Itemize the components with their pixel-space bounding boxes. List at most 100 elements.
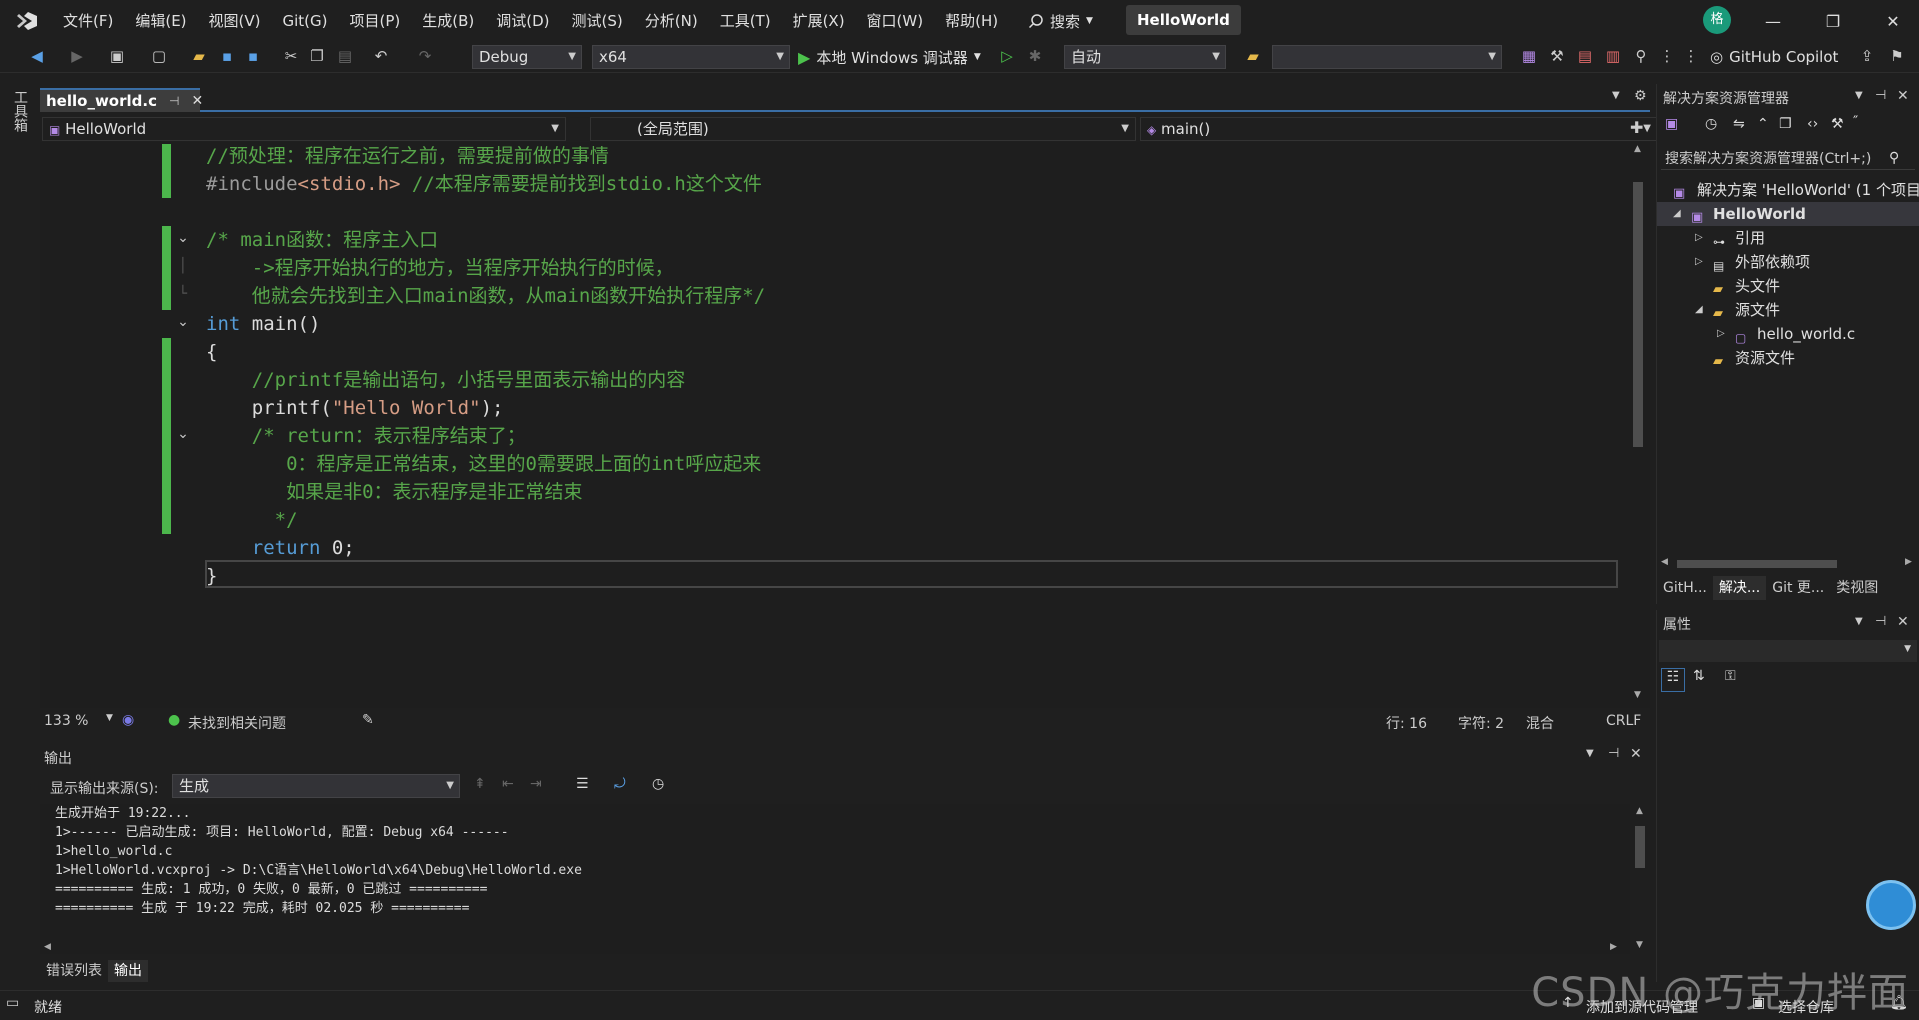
toolbox-icon[interactable]: ▥: [1602, 45, 1624, 67]
scroll-right-icon[interactable]: ▶: [1610, 942, 1617, 952]
find-message-icon[interactable]: ⇞: [474, 776, 486, 792]
feedback-icon[interactable]: ⚑: [1886, 45, 1908, 67]
avatar[interactable]: 格: [1703, 6, 1731, 34]
output-horizontal-scrollbar[interactable]: ◀ ▶: [40, 940, 1630, 956]
collapsed-arrow-icon[interactable]: ▷: [1695, 250, 1703, 274]
tab-hello-world-c[interactable]: hello_world.c ⊣ ✕: [40, 88, 203, 112]
menu-debug[interactable]: 调试(D): [485, 8, 560, 34]
next-message-icon[interactable]: ⇥: [530, 776, 542, 792]
pin-icon[interactable]: ⊣: [169, 91, 179, 112]
expanded-arrow-icon[interactable]: ◢: [1673, 202, 1681, 226]
minimize-icon[interactable]: —: [1755, 6, 1791, 36]
menu-extensions[interactable]: 扩展(X): [782, 8, 856, 34]
word-wrap-icon[interactable]: ⤾: [614, 776, 626, 792]
close-icon[interactable]: ✕: [1630, 746, 1642, 762]
new-file-icon[interactable]: ▢: [148, 45, 170, 67]
project-nav-select[interactable]: ▣ HelloWorld ▼: [42, 117, 566, 141]
toolbar-icon-1[interactable]: ▦: [1518, 45, 1540, 67]
github-copilot-button[interactable]: ◎ GitHub Copilot: [1710, 45, 1838, 69]
tree-hello-world-c[interactable]: ▷ ▢ hello_world.c: [1657, 322, 1919, 346]
scroll-left-icon[interactable]: ◀: [44, 942, 51, 952]
properties-wrench-icon[interactable]: ⚒: [1831, 116, 1844, 132]
fold-chevron-icon[interactable]: ⌄: [174, 230, 192, 246]
output-vertical-scrollbar[interactable]: ▲ ▼: [1630, 804, 1650, 954]
tree-references[interactable]: ▷ ⊶ 引用: [1657, 226, 1919, 250]
fold-chevron-icon[interactable]: ⌄: [174, 426, 192, 442]
chevron-down-icon[interactable]: ▼: [1855, 616, 1863, 627]
copy-icon[interactable]: ❐: [306, 45, 328, 67]
scroll-left-icon[interactable]: ◀: [1661, 557, 1668, 567]
menu-help[interactable]: 帮助(H): [934, 8, 1009, 34]
new-project-icon[interactable]: ▣: [106, 45, 128, 67]
toolbar-more-icon[interactable]: ⋮: [1680, 45, 1702, 67]
tab-github[interactable]: GitH...: [1657, 576, 1713, 600]
copilot-status-icon[interactable]: ◉: [122, 712, 134, 728]
tree-header-files[interactable]: ▰ 头文件: [1657, 274, 1919, 298]
back-icon[interactable]: ◀: [26, 45, 48, 67]
tree-external-dependencies[interactable]: ▷ ▤ 外部依赖项: [1657, 250, 1919, 274]
output-source-select[interactable]: 生成 ▼: [172, 774, 460, 798]
member-nav-select[interactable]: ◈ main() ▼: [1140, 117, 1658, 141]
toolbox-tab[interactable]: 工具箱: [10, 90, 30, 132]
close-icon[interactable]: ✕: [1875, 6, 1911, 36]
tab-error-list[interactable]: 错误列表: [40, 960, 108, 982]
clock-icon[interactable]: ◷: [652, 776, 664, 792]
switch-views-icon[interactable]: ▣: [1665, 116, 1678, 132]
collapsed-arrow-icon[interactable]: ▷: [1717, 322, 1725, 346]
tab-solution-explorer[interactable]: 解决...: [1712, 576, 1767, 600]
menu-edit[interactable]: 编辑(E): [124, 8, 197, 34]
scrollbar-thumb[interactable]: [1677, 560, 1837, 568]
toolbar-icon-2[interactable]: ▤: [1574, 45, 1596, 67]
tab-git-changes[interactable]: Git 更...: [1766, 576, 1830, 600]
tree-project[interactable]: ◢ ▣ HelloWorld: [1657, 202, 1919, 226]
start-debugging-button[interactable]: ▶ 本地 Windows 调试器 ▼: [798, 45, 981, 69]
platform-select[interactable]: x64 ▼: [592, 45, 790, 69]
pin-icon[interactable]: ⊣: [1875, 88, 1886, 103]
tree-resource-files[interactable]: ▰ 资源文件: [1657, 346, 1919, 370]
close-tab-icon[interactable]: ✕: [191, 91, 203, 112]
cleanup-brush-icon[interactable]: ✎: [362, 712, 374, 728]
whitespace-mode[interactable]: 混合: [1526, 713, 1554, 733]
menu-build[interactable]: 生成(B): [411, 8, 485, 34]
history-icon[interactable]: ◷: [1705, 116, 1717, 132]
scroll-up-icon[interactable]: ▲: [1636, 806, 1643, 816]
sync-icon[interactable]: ⇋: [1733, 116, 1745, 132]
line-indicator[interactable]: 行: 16: [1386, 713, 1427, 733]
pin-icon[interactable]: ⊣: [1608, 746, 1619, 761]
notifications-icon[interactable]: ▭: [6, 995, 19, 1011]
overflow-icon[interactable]: ″: [1853, 114, 1858, 130]
tab-output[interactable]: 输出: [108, 960, 148, 982]
search-icon[interactable]: ⚲: [1889, 150, 1899, 166]
menu-analyze[interactable]: 分析(N): [634, 8, 709, 34]
menu-test[interactable]: 测试(S): [561, 8, 634, 34]
close-icon[interactable]: ✕: [1897, 88, 1909, 104]
scrollbar-thumb[interactable]: [1633, 182, 1643, 447]
open-folder-icon[interactable]: ▰: [188, 45, 210, 67]
auto-select[interactable]: 自动 ▼: [1064, 45, 1226, 69]
code-editor[interactable]: 1 2 3 4 5 6 7 8 9 10 11 12 13 14 15 16 ⌄…: [40, 142, 1650, 708]
prev-message-icon[interactable]: ⇤: [502, 776, 514, 792]
scroll-down-icon[interactable]: ▼: [1636, 940, 1643, 950]
folder-icon[interactable]: ▰: [1242, 45, 1264, 67]
chat-assistant-icon[interactable]: [1866, 880, 1916, 930]
pin-icon[interactable]: ⊣: [1875, 614, 1886, 629]
tree-source-files[interactable]: ◢ ▰ 源文件: [1657, 298, 1919, 322]
save-all-icon[interactable]: ▪: [242, 45, 264, 67]
tree-solution[interactable]: ▣ 解决方案 'HelloWorld' (1 个项目: [1657, 178, 1919, 202]
menu-file[interactable]: 文件(F): [52, 8, 124, 34]
expanded-arrow-icon[interactable]: ◢: [1695, 298, 1703, 322]
empty-select[interactable]: ▼: [1272, 45, 1502, 69]
close-icon[interactable]: ✕: [1897, 614, 1909, 630]
show-all-files-icon[interactable]: ❐: [1779, 116, 1792, 132]
forward-icon[interactable]: ▶: [66, 45, 88, 67]
properties-object-select[interactable]: ▼: [1659, 640, 1917, 662]
line-ending[interactable]: CRLF: [1606, 713, 1641, 729]
zoom-level[interactable]: 133 %: [44, 713, 88, 729]
menu-view[interactable]: 视图(V): [198, 8, 272, 34]
categorized-icon[interactable]: ☷: [1661, 668, 1685, 692]
menu-project[interactable]: 项目(P): [339, 8, 412, 34]
start-without-debugging-icon[interactable]: ▷: [996, 45, 1018, 67]
gear-icon[interactable]: ⚙: [1634, 88, 1647, 104]
share-icon[interactable]: ⇪: [1856, 45, 1878, 67]
menu-git[interactable]: Git(G): [272, 8, 339, 34]
